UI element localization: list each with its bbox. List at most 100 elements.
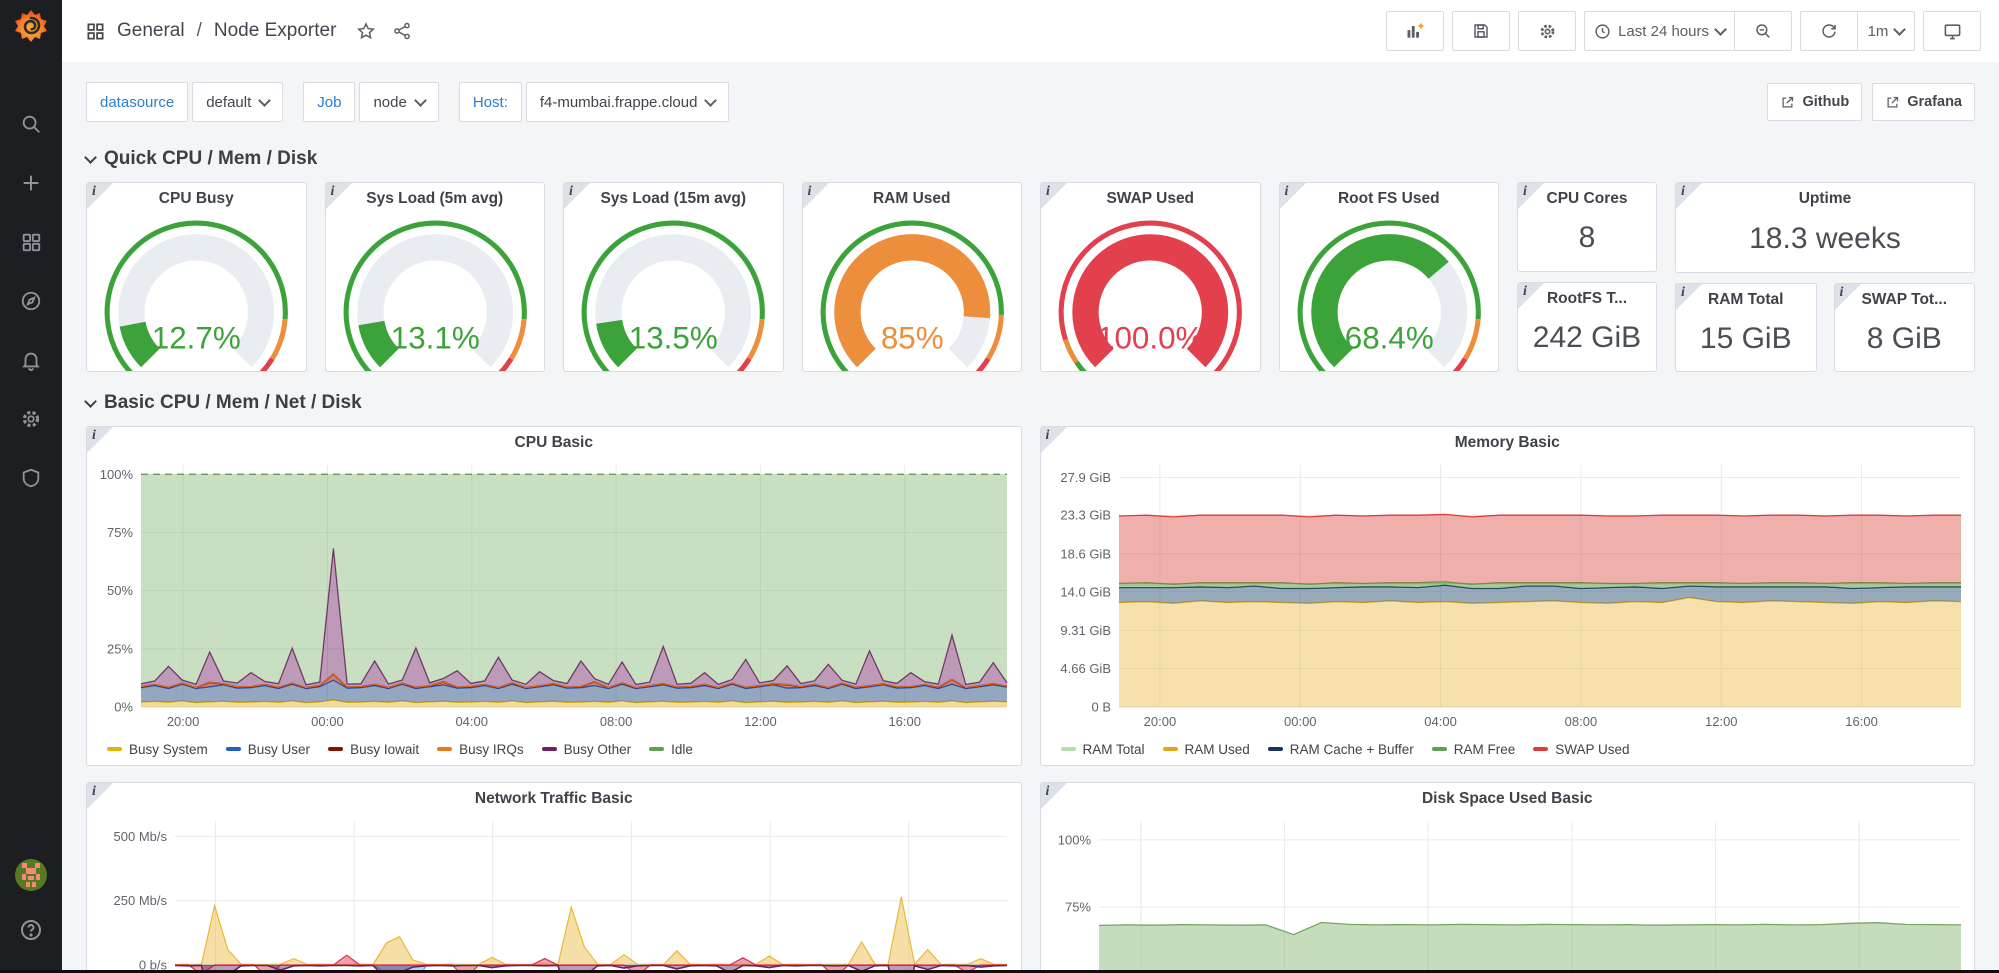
panel-info-corner[interactable]: i bbox=[87, 183, 113, 209]
gauge-svg: 13.1% bbox=[334, 217, 537, 372]
dashboard-settings-button[interactable] bbox=[1518, 11, 1576, 51]
x-axis-tick-label: 08:00 bbox=[1564, 714, 1597, 729]
y-axis-tick-label: 50% bbox=[107, 583, 133, 598]
legend-item[interactable]: RAM Cache + Buffer bbox=[1268, 742, 1414, 757]
legend-item[interactable]: Busy Iowait bbox=[328, 742, 419, 757]
gauge-sys-load-5m-avg--title[interactable]: Sys Load (5m avg) bbox=[326, 183, 545, 215]
refresh-interval-dropdown[interactable]: 1m bbox=[1857, 11, 1915, 51]
legend-swatch bbox=[107, 747, 122, 751]
collapse-chevron-icon bbox=[84, 395, 97, 408]
datasource-dropdown[interactable]: default bbox=[192, 82, 283, 122]
panel-info-corner[interactable]: i bbox=[1041, 427, 1067, 453]
stats-column-1: iCPU Cores8iRootFS T...242 GiB bbox=[1517, 182, 1657, 372]
tv-mode-button[interactable] bbox=[1923, 11, 1981, 51]
breadcrumb-folder[interactable]: General bbox=[117, 20, 185, 42]
panel-info-corner[interactable]: i bbox=[1676, 284, 1702, 310]
add-panel-button[interactable] bbox=[1386, 11, 1444, 51]
job-dropdown[interactable]: node bbox=[359, 82, 438, 122]
legend-item[interactable]: Busy User bbox=[226, 742, 310, 757]
legend-item[interactable]: Busy IRQs bbox=[437, 742, 524, 757]
info-icon: i bbox=[331, 184, 335, 200]
panel-info-corner[interactable]: i bbox=[1041, 783, 1067, 809]
legend-item[interactable]: Busy Other bbox=[542, 742, 632, 757]
panel-info-corner[interactable]: i bbox=[1280, 183, 1306, 209]
refresh-button[interactable] bbox=[1800, 11, 1857, 51]
panel-info-corner[interactable]: i bbox=[1518, 283, 1544, 309]
panel-info-corner[interactable]: i bbox=[1835, 284, 1861, 310]
y-axis-tick-label: 27.9 GiB bbox=[1060, 470, 1111, 485]
server-admin-shield-icon[interactable] bbox=[19, 466, 43, 490]
host-dropdown[interactable]: f4-mumbai.frappe.cloud bbox=[526, 82, 730, 122]
search-icon[interactable] bbox=[19, 112, 43, 136]
y-axis-tick-label: 25% bbox=[107, 641, 133, 656]
legend-swatch bbox=[649, 747, 664, 751]
chart-svg[interactable]: 0 B4.66 GiB9.31 GiB14.0 GiB18.6 GiB23.3 … bbox=[1041, 459, 1975, 733]
panel-info-corner[interactable]: i bbox=[564, 183, 590, 209]
x-axis-tick-label: 20:00 bbox=[1143, 714, 1176, 729]
row-basic-cpu-mem-net-disk[interactable]: Basic CPU / Mem / Net / Disk bbox=[86, 388, 1975, 418]
help-icon[interactable] bbox=[19, 918, 43, 947]
chart-plot-area: 500 Mb/s250 Mb/s0 b/s-250 Mb/s-500 Mb/s2… bbox=[87, 815, 1021, 973]
dashboard-grid-icon[interactable] bbox=[86, 22, 105, 41]
dashboards-icon[interactable] bbox=[19, 230, 43, 254]
share-icon[interactable] bbox=[392, 21, 412, 41]
grafana-link-button[interactable]: Grafana bbox=[1872, 83, 1975, 121]
grafana-logo[interactable] bbox=[10, 6, 52, 48]
time-controls: Last 24 hours bbox=[1584, 11, 1792, 51]
gauge-ram-used-title[interactable]: RAM Used bbox=[803, 183, 1022, 215]
chart-disk-space-used-basic-title[interactable]: Disk Space Used Basic bbox=[1041, 783, 1975, 815]
legend-label: SWAP Used bbox=[1555, 742, 1629, 757]
dashboard-toolbar: Last 24 hours 1m bbox=[1386, 11, 1981, 51]
chart-network-traffic-basic-title[interactable]: Network Traffic Basic bbox=[87, 783, 1021, 815]
time-range-label: Last 24 hours bbox=[1618, 23, 1709, 40]
github-link-button[interactable]: Github bbox=[1767, 83, 1862, 121]
zoom-out-time-button[interactable] bbox=[1734, 11, 1792, 51]
panel-info-corner[interactable]: i bbox=[87, 783, 113, 809]
panel-info-corner[interactable]: i bbox=[1676, 183, 1702, 209]
panel-info-corner[interactable]: i bbox=[1041, 183, 1067, 209]
legend-item[interactable]: SWAP Used bbox=[1533, 742, 1629, 757]
gauge-root-fs-used-title[interactable]: Root FS Used bbox=[1280, 183, 1499, 215]
legend-item[interactable]: Idle bbox=[649, 742, 693, 757]
chart-plot-area: 0%25%50%75%100%20:0000:0004:0008:0012:00… bbox=[1041, 815, 1975, 973]
time-range-picker[interactable]: Last 24 hours bbox=[1584, 11, 1734, 51]
alerting-bell-icon[interactable] bbox=[19, 348, 43, 372]
y-axis-tick-label: 0% bbox=[114, 700, 133, 715]
gauge-value: 68.4% bbox=[1344, 321, 1433, 356]
y-axis-tick-label: 4.66 GiB bbox=[1060, 661, 1111, 676]
gauge-ram-used-panel: iRAM Used85% bbox=[802, 182, 1023, 372]
gauge-value: 12.7% bbox=[152, 321, 241, 356]
chevron-down-icon bbox=[705, 94, 718, 107]
legend-swatch bbox=[1432, 747, 1447, 751]
variable-datasource: datasource default bbox=[86, 82, 283, 122]
star-icon[interactable] bbox=[356, 21, 376, 41]
create-plus-icon[interactable] bbox=[19, 171, 43, 195]
breadcrumb-dashboard-title[interactable]: Node Exporter bbox=[214, 20, 337, 42]
user-avatar[interactable] bbox=[15, 859, 47, 891]
legend-item[interactable]: Busy System bbox=[107, 742, 208, 757]
row-quick-cpu-mem-disk[interactable]: Quick CPU / Mem / Disk bbox=[86, 144, 1975, 174]
panel-info-corner[interactable]: i bbox=[326, 183, 352, 209]
gauge-cpu-busy-title[interactable]: CPU Busy bbox=[87, 183, 306, 215]
save-dashboard-button[interactable] bbox=[1452, 11, 1510, 51]
chart-svg[interactable]: 500 Mb/s250 Mb/s0 b/s-250 Mb/s-500 Mb/s2… bbox=[87, 815, 1021, 973]
gauge-visualization: 13.1% bbox=[326, 215, 545, 372]
configuration-gear-icon[interactable] bbox=[19, 407, 43, 431]
panel-info-corner[interactable]: i bbox=[1518, 183, 1544, 209]
gauge-sys-load-15m-avg--title[interactable]: Sys Load (15m avg) bbox=[564, 183, 783, 215]
chart-svg[interactable]: 0%25%50%75%100%20:0000:0004:0008:0012:00… bbox=[87, 459, 1021, 733]
info-icon: i bbox=[1840, 285, 1844, 301]
explore-compass-icon[interactable] bbox=[19, 289, 43, 313]
chart-cpu-basic-title[interactable]: CPU Basic bbox=[87, 427, 1021, 459]
legend-item[interactable]: RAM Used bbox=[1163, 742, 1250, 757]
legend-item[interactable]: RAM Total bbox=[1061, 742, 1145, 757]
chart-memory-basic-title[interactable]: Memory Basic bbox=[1041, 427, 1975, 459]
stat-uptime-title[interactable]: Uptime bbox=[1676, 183, 1974, 215]
panel-info-corner[interactable]: i bbox=[87, 427, 113, 453]
chart-disk-space-used-basic-panel: iDisk Space Used Basic0%25%50%75%100%20:… bbox=[1040, 782, 1976, 973]
legend-item[interactable]: RAM Free bbox=[1432, 742, 1516, 757]
gauge-swap-used-title[interactable]: SWAP Used bbox=[1041, 183, 1260, 215]
chart-svg[interactable]: 0%25%50%75%100%20:0000:0004:0008:0012:00… bbox=[1041, 815, 1975, 973]
panel-info-corner[interactable]: i bbox=[803, 183, 829, 209]
chart-legend: Busy System Busy User Busy Iowait Busy IRQs… bbox=[87, 733, 1021, 765]
